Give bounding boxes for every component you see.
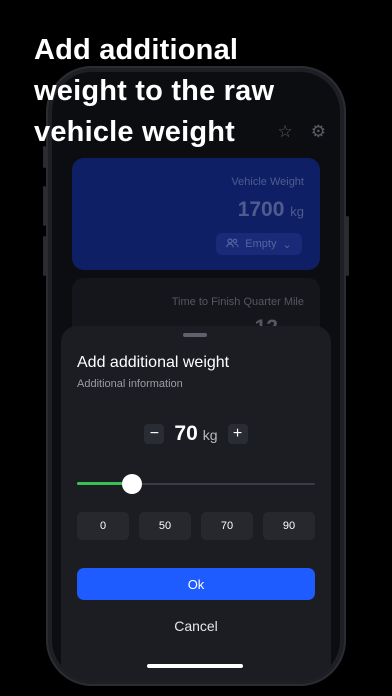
phone-power-button [346,216,349,276]
preset-button-70[interactable]: 70 [201,512,253,540]
add-weight-sheet: Add additional weight Additional informa… [61,326,331,680]
headline-line-1: Add additional [34,34,239,66]
preset-button-90[interactable]: 90 [263,512,315,540]
vehicle-weight-unit: kg [290,204,304,219]
phone-volume-down [43,236,46,276]
decrement-button[interactable]: − [144,424,165,444]
weight-stepper: − 70 kg + [61,422,331,446]
chevron-down-icon: ⌄ [282,238,292,251]
promo-headline: Add additional weight to the raw vehicle… [34,30,374,153]
vehicle-weight-card[interactable]: Vehicle Weight 1700 kg Empty ⌄ [72,158,320,270]
ok-button[interactable]: Ok [77,568,315,600]
increment-button[interactable]: + [227,424,248,444]
stepper-unit: kg [202,427,218,443]
preset-button-0[interactable]: 0 [77,512,129,540]
sheet-grabber[interactable] [183,333,207,337]
vehicle-weight-value: 1700 kg [238,198,304,222]
stepper-value: 70 kg [174,422,217,446]
cancel-button[interactable]: Cancel [77,612,315,640]
home-indicator [147,664,243,668]
sheet-title: Add additional weight [77,354,230,371]
phone-screen: ☆ ⚙ Vehicle Weight 1700 kg Empty ⌄ Time … [52,72,340,680]
people-icon [226,237,239,251]
preset-buttons: 0 50 70 90 [77,512,315,540]
headline-line-2: weight to the raw [34,75,275,107]
load-status-label: Empty [245,238,277,250]
slider-thumb[interactable] [121,474,142,494]
headline-line-3: vehicle weight [34,116,236,148]
phone-volume-up [43,186,46,226]
vehicle-weight-label: Vehicle Weight [231,176,304,188]
sheet-subtitle: Additional information [77,378,183,390]
vehicle-weight-number: 1700 [237,198,285,221]
load-status-button[interactable]: Empty ⌄ [216,233,302,255]
weight-slider[interactable] [77,474,315,494]
stepper-number: 70 [174,422,198,445]
preset-button-50[interactable]: 50 [139,512,191,540]
quarter-mile-time-label: Time to Finish Quarter Mile [171,296,304,308]
